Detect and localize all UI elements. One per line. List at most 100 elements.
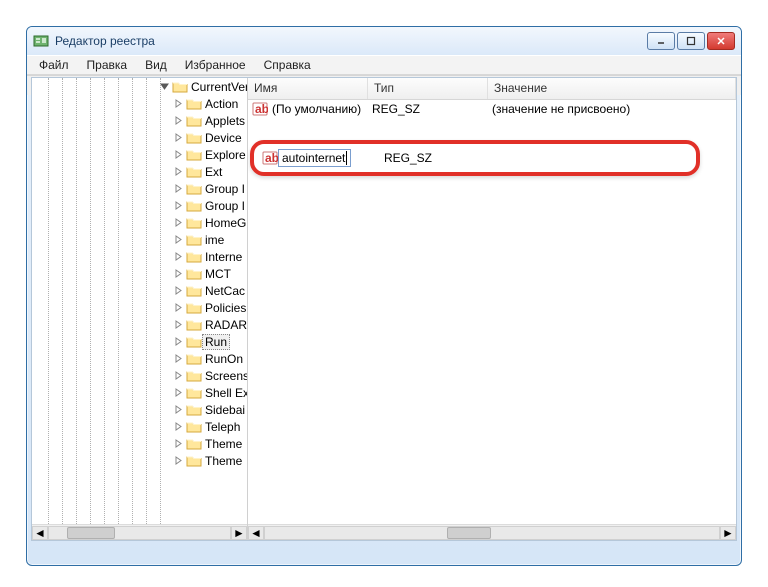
tree-node[interactable]: Teleph	[32, 418, 247, 435]
regedit-icon	[33, 33, 49, 49]
chevron-right-icon[interactable]	[174, 303, 183, 312]
chevron-right-icon[interactable]	[174, 422, 183, 431]
tree-node[interactable]: Ext	[32, 163, 247, 180]
menu-help[interactable]: Справка	[256, 56, 319, 74]
tree-node-root[interactable]: CurrentVer	[32, 78, 247, 95]
row-name: (По умолчанию)	[272, 102, 361, 116]
chevron-right-icon[interactable]	[174, 337, 183, 346]
folder-icon	[186, 250, 202, 264]
chevron-right-icon[interactable]	[174, 388, 183, 397]
chevron-right-icon[interactable]	[174, 286, 183, 295]
folder-icon	[186, 284, 202, 298]
list-h-scrollbar[interactable]: ◄ ►	[248, 524, 736, 540]
minimize-button[interactable]	[647, 32, 675, 50]
folder-icon	[172, 80, 188, 94]
scroll-right-icon[interactable]: ►	[720, 526, 736, 540]
folder-icon	[186, 199, 202, 213]
tree-node[interactable]: Run	[32, 333, 247, 350]
tree-label: Policies	[205, 301, 246, 315]
tree-node[interactable]: Interne	[32, 248, 247, 265]
tree-node[interactable]: Theme	[32, 435, 247, 452]
tree-label: ime	[205, 233, 224, 247]
chevron-right-icon[interactable]	[174, 456, 183, 465]
chevron-right-icon[interactable]	[174, 439, 183, 448]
tree-node[interactable]: Applets	[32, 112, 247, 129]
tree-node[interactable]: Policies	[32, 299, 247, 316]
folder-icon	[186, 352, 202, 366]
string-value-icon: ab	[262, 150, 278, 166]
chevron-right-icon[interactable]	[174, 269, 183, 278]
tree-label: MCT	[205, 267, 231, 281]
tree-label: Theme	[205, 437, 242, 451]
menu-favorites[interactable]: Избранное	[177, 56, 254, 74]
client-area: CurrentVer ActionAppletsDeviceExploreExt G…	[31, 77, 737, 541]
chevron-right-icon[interactable]	[174, 235, 183, 244]
tree-label: Action	[205, 97, 238, 111]
chevron-right-icon[interactable]	[174, 99, 183, 108]
folder-icon	[186, 318, 202, 332]
tree-label: Screens	[205, 369, 247, 383]
tree-node[interactable]: RADAR	[32, 316, 247, 333]
row-value: (значение не присвоено)	[488, 102, 736, 116]
tree-label: Interne	[205, 250, 242, 264]
scroll-left-icon[interactable]: ◄	[248, 526, 264, 540]
tree-label: Group I	[205, 182, 245, 196]
tree-label: Shell Ex	[205, 386, 247, 400]
tree-node[interactable]: Group I	[32, 180, 247, 197]
chevron-right-icon[interactable]	[174, 133, 183, 142]
registry-row[interactable]: ab (По умолчанию) REG_SZ (значение не пр…	[248, 100, 736, 118]
folder-icon	[186, 335, 202, 349]
tree-node[interactable]: NetCac	[32, 282, 247, 299]
chevron-right-icon[interactable]	[174, 218, 183, 227]
col-name[interactable]: Имя	[248, 78, 368, 99]
folder-icon	[186, 386, 202, 400]
tree-node[interactable]: Theme	[32, 452, 247, 469]
folder-icon	[186, 216, 202, 230]
chevron-right-icon[interactable]	[174, 150, 183, 159]
tree-node[interactable]: ime	[32, 231, 247, 248]
folder-icon	[186, 97, 202, 111]
tree-node[interactable]: HomeG	[32, 214, 247, 231]
rename-input[interactable]: autointernet​	[278, 149, 351, 167]
chevron-right-icon[interactable]	[174, 371, 183, 380]
list-pane[interactable]: Имя Тип Значение ab (По умолчанию) REG_S…	[248, 78, 736, 540]
folder-icon	[186, 233, 202, 247]
scroll-right-icon[interactable]: ►	[231, 526, 247, 540]
close-button[interactable]	[707, 32, 735, 50]
tree-node[interactable]: Screens	[32, 367, 247, 384]
tree-node[interactable]: Sidebai	[32, 401, 247, 418]
tree-label: RADAR	[205, 318, 247, 332]
tree-label: Group I	[205, 199, 245, 213]
tree-pane[interactable]: CurrentVer ActionAppletsDeviceExploreExt G…	[32, 78, 248, 540]
col-type[interactable]: Тип	[368, 78, 488, 99]
menu-edit[interactable]: Правка	[79, 56, 136, 74]
tree-node[interactable]: MCT	[32, 265, 247, 282]
menu-file[interactable]: Файл	[31, 56, 77, 74]
chevron-right-icon[interactable]	[174, 167, 183, 176]
tree-node[interactable]: Explore	[32, 146, 247, 163]
tree-label: NetCac	[205, 284, 245, 298]
titlebar[interactable]: Редактор реестра	[27, 27, 741, 55]
chevron-right-icon[interactable]	[174, 405, 183, 414]
folder-icon	[186, 301, 202, 315]
scroll-left-icon[interactable]: ◄	[32, 526, 48, 540]
chevron-down-icon[interactable]	[160, 82, 169, 91]
maximize-button[interactable]	[677, 32, 705, 50]
chevron-right-icon[interactable]	[174, 201, 183, 210]
chevron-right-icon[interactable]	[174, 320, 183, 329]
editing-type: REG_SZ	[384, 151, 432, 165]
tree-label: HomeG	[205, 216, 246, 230]
chevron-right-icon[interactable]	[174, 184, 183, 193]
tree-node[interactable]: Group I	[32, 197, 247, 214]
tree-node[interactable]: Action	[32, 95, 247, 112]
list-header: Имя Тип Значение	[248, 78, 736, 100]
tree-node[interactable]: Shell Ex	[32, 384, 247, 401]
chevron-right-icon[interactable]	[174, 252, 183, 261]
col-value[interactable]: Значение	[488, 78, 736, 99]
tree-h-scrollbar[interactable]: ◄ ►	[32, 524, 247, 540]
chevron-right-icon[interactable]	[174, 116, 183, 125]
tree-node[interactable]: Device	[32, 129, 247, 146]
menu-view[interactable]: Вид	[137, 56, 175, 74]
tree-node[interactable]: RunOn	[32, 350, 247, 367]
chevron-right-icon[interactable]	[174, 354, 183, 363]
